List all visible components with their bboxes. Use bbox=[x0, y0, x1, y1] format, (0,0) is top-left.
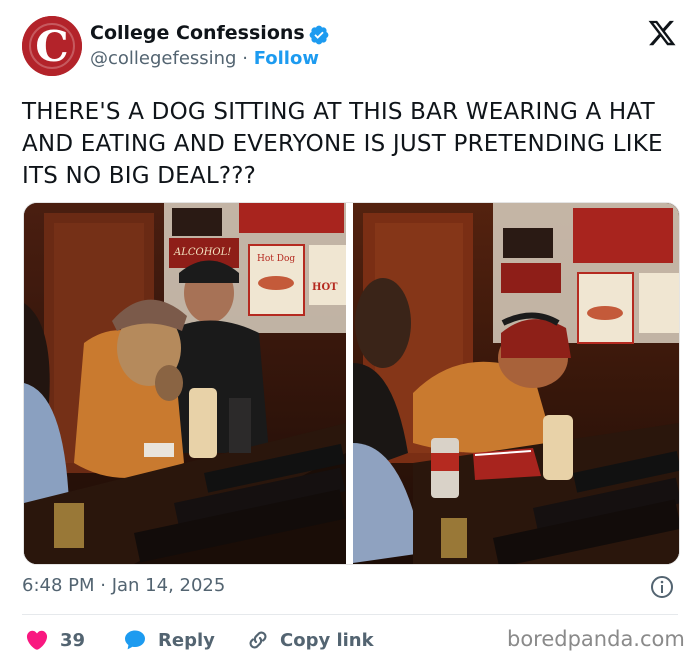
separator-dot: · bbox=[242, 48, 248, 69]
divider bbox=[22, 614, 678, 615]
like-count: 39 bbox=[60, 629, 86, 651]
alcohol-sign-text: ALCOHOL! bbox=[173, 247, 231, 258]
info-icon[interactable] bbox=[650, 575, 674, 599]
account-name[interactable]: College Confessions bbox=[90, 22, 305, 44]
hot-sign-text: HOT bbox=[312, 282, 338, 293]
source-watermark: boredpanda.com bbox=[507, 627, 685, 651]
media-divider bbox=[346, 203, 353, 564]
reply-bubble-icon bbox=[125, 630, 145, 650]
photo-left[interactable]: ALCOHOL! Hot Dog HOT bbox=[24, 203, 346, 564]
verified-badge-icon bbox=[309, 25, 329, 45]
heart-icon bbox=[26, 630, 48, 650]
copy-link-label: Copy link bbox=[280, 629, 374, 651]
handle-row: @collegefessing · Follow bbox=[90, 48, 319, 69]
copy-link-button[interactable]: Copy link bbox=[246, 626, 374, 654]
hotdog-sign-text: Hot Dog bbox=[257, 254, 295, 264]
tweet-text: THERE'S A DOG SITTING AT THIS BAR WEARIN… bbox=[22, 99, 663, 189]
reply-label: Reply bbox=[158, 629, 215, 651]
like-button[interactable]: 39 bbox=[24, 626, 85, 654]
follow-button[interactable]: Follow bbox=[254, 48, 319, 69]
account-handle[interactable]: @collegefessing bbox=[90, 48, 237, 69]
reply-button[interactable]: Reply bbox=[122, 626, 215, 654]
x-logo-icon[interactable] bbox=[647, 18, 677, 48]
avatar-letter: C bbox=[35, 22, 68, 71]
link-icon bbox=[249, 631, 267, 649]
tweet-timestamp[interactable]: 6:48 PM · Jan 14, 2025 bbox=[22, 575, 225, 596]
photo-right[interactable] bbox=[353, 203, 679, 564]
tweet-media[interactable]: ALCOHOL! Hot Dog HOT bbox=[23, 202, 680, 565]
avatar[interactable]: C bbox=[22, 16, 82, 76]
